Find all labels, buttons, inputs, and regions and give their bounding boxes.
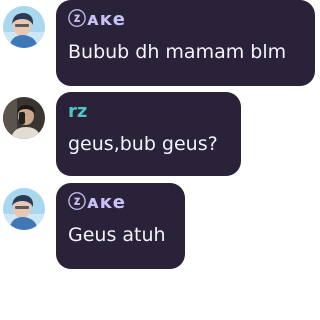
message-bubble: ⓩᴀᴋe Bubub dh mamam blm <box>56 0 315 86</box>
avatar[interactable] <box>3 97 45 139</box>
message-text: Geus atuh <box>68 224 166 246</box>
sender-name[interactable]: ⓩᴀᴋe <box>68 9 303 33</box>
sender-name[interactable]: ⓩᴀᴋe <box>68 192 173 216</box>
sender-name[interactable]: rz <box>68 101 229 125</box>
avatar-person-blue-icon <box>3 188 45 230</box>
avatar-person-dark-icon <box>3 97 45 139</box>
message-text: Bubub dh mamam blm <box>68 41 287 63</box>
message-bubble: rz geus,bub geus? <box>56 92 241 176</box>
avatar[interactable] <box>3 188 45 230</box>
message-bubble: ⓩᴀᴋe Geus atuh <box>56 183 185 269</box>
avatar-person-blue-icon <box>3 6 45 48</box>
message-text: geus,bub geus? <box>68 133 218 155</box>
avatar[interactable] <box>3 6 45 48</box>
